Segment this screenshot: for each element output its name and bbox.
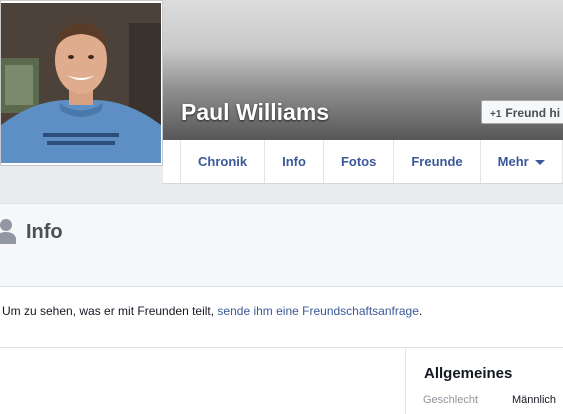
notice-suffix: . (418, 304, 423, 318)
info-section-header: Info (0, 203, 563, 287)
gender-label: Geschlecht (423, 394, 479, 406)
add-friend-icon: +1 (490, 109, 502, 120)
send-friend-request-link[interactable]: sende ihm eine Freundschaftsanfrage (217, 304, 418, 318)
profile-nav-bar: Chronik Info Fotos Freunde Mehr (163, 140, 563, 184)
gender-value: Männlich (512, 394, 557, 406)
chevron-down-icon (534, 160, 545, 166)
tab-info[interactable]: Info (264, 140, 323, 183)
tab-chronik[interactable]: Chronik (180, 140, 264, 183)
tab-mehr-label: Mehr (497, 154, 529, 169)
info-title: Info (26, 221, 63, 243)
person-silhouette-icon (0, 219, 16, 244)
column-divider (405, 348, 406, 414)
tab-freunde[interactable]: Freunde (393, 140, 479, 183)
profile-name: Paul Williams (181, 99, 330, 125)
tab-fotos[interactable]: Fotos (322, 140, 393, 183)
profile-photo-image (1, 3, 161, 163)
add-friend-button[interactable]: +1 Freund hi (481, 100, 563, 124)
profile-picture[interactable] (0, 0, 163, 166)
add-friend-label: Freund hi (505, 106, 561, 120)
general-section-title: Allgemeines (424, 365, 513, 382)
notice-text: Um zu sehen, was er mit Freunden teilt, (2, 304, 218, 318)
friend-request-notice: Um zu sehen, was er mit Freunden teilt, … (0, 287, 563, 348)
tab-mehr[interactable]: Mehr (479, 140, 563, 183)
